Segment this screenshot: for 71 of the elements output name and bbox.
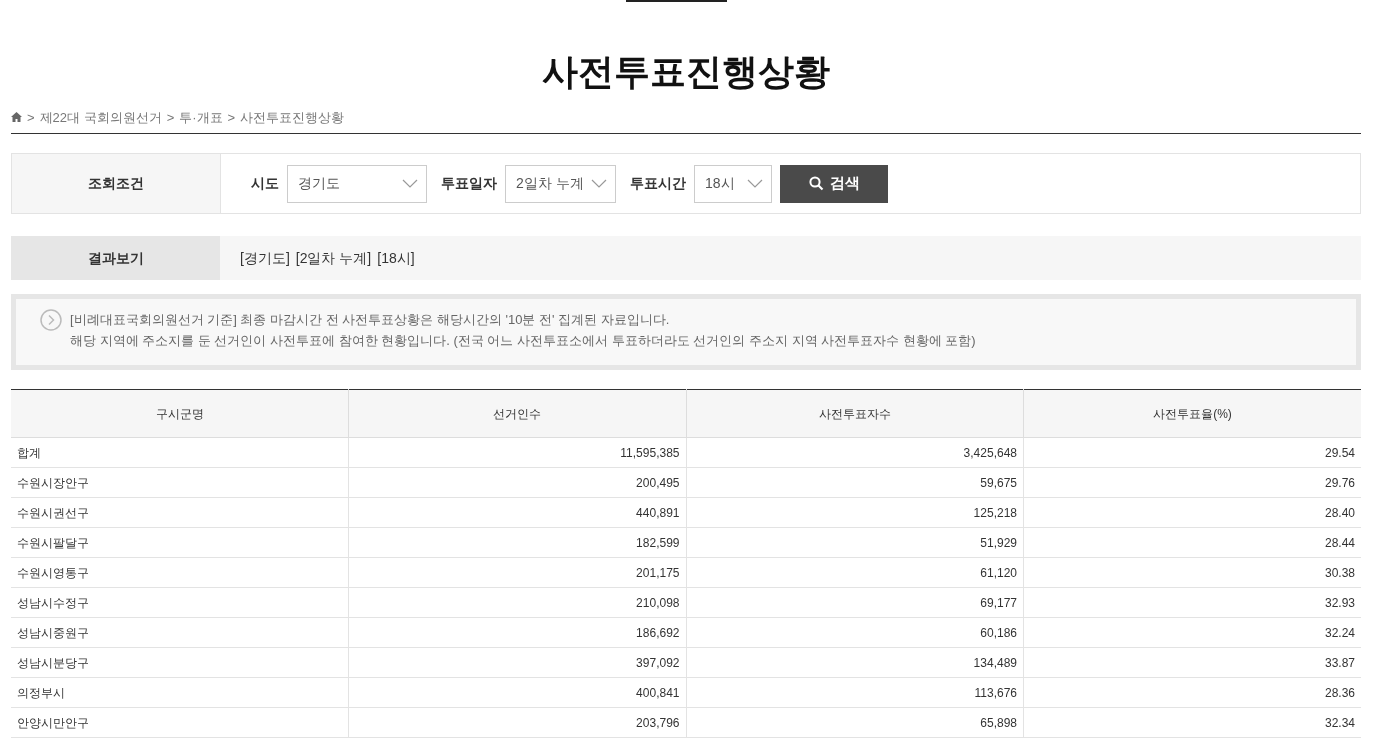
table-cell: 의정부시 [11,677,349,708]
table-cell: 29.54 [1023,437,1361,468]
breadcrumb-separator: > [27,108,35,127]
result-condition: [18시] [377,248,415,268]
breadcrumb-link[interactable]: 투·개표 [179,107,223,128]
table-cell: 28.40 [1023,497,1361,528]
table-cell: 125,218 [686,497,1024,528]
filter-label: 시도 [251,174,279,194]
table-cell: 60,186 [686,617,1024,648]
result-condition: [경기도] [240,248,290,268]
table-cell: 200,495 [348,467,686,498]
table-cell: 113,676 [686,677,1024,708]
column-header: 사전투표율(%) [1023,389,1361,438]
home-icon[interactable] [11,112,22,123]
table-cell: 134,489 [686,647,1024,678]
table-cell: 59,675 [686,467,1024,498]
table-cell: 수원시장안구 [11,467,349,498]
search-button[interactable]: 검색 [780,164,888,203]
chevron-down-icon [591,178,607,189]
select-field[interactable]: 2일차 누계 [505,164,616,203]
table-cell: 11,595,385 [348,437,686,468]
table-cell: 합계 [11,437,349,468]
table-cell: 28.36 [1023,677,1361,708]
table-cell: 32.93 [1023,587,1361,618]
result-label: 결과보기 [11,236,220,281]
table-cell: 65,898 [686,707,1024,738]
chevron-down-icon [402,178,418,189]
table-cell: 69,177 [686,587,1024,618]
table-cell: 수원시영통구 [11,557,349,588]
table-cell: 33.87 [1023,647,1361,678]
breadcrumb-link[interactable]: 제22대 국회의원선거 [39,107,162,128]
select-field[interactable]: 경기도 [287,164,427,203]
filter-label: 투표일자 [441,174,497,194]
table-cell: 186,692 [348,617,686,648]
notice-text: 해당 지역에 주소지를 둔 선거인이 사전투표에 참여한 현황입니다. (전국 어느 사전투표소에서 투표하더라도 선거인의 주소지 지역 사전투표자수 현황에 포함) [70,332,976,351]
table-cell: 30.38 [1023,557,1361,588]
search-label: 조회조건 [12,154,221,214]
page-title: 사전투표진행상황 [541,52,831,92]
table-cell: 61,120 [686,557,1024,588]
column-header: 선거인수 [348,389,686,438]
column-header: 사전투표자수 [686,389,1024,438]
table-cell: 28.44 [1023,527,1361,558]
chevron-circle-icon [40,309,62,332]
select-field[interactable]: 18시 [694,164,772,203]
table-cell: 203,796 [348,707,686,738]
table-cell: 수원시팔달구 [11,527,349,558]
column-header: 구시군명 [11,389,349,438]
table-cell: 32.34 [1023,707,1361,738]
table-cell: 397,092 [348,647,686,678]
filter-label: 투표시간 [630,174,686,194]
table-cell: 182,599 [348,527,686,558]
table-cell: 29.76 [1023,467,1361,498]
notice-text: [비례대표국회의원선거 기준] 최종 마감시간 전 사전투표상황은 해당시간의 '10분 전' 집계된 자료입니다. [70,311,671,330]
table-cell: 440,891 [348,497,686,528]
table-cell: 32.24 [1023,617,1361,648]
breadcrumb-separator: > [166,108,175,127]
table-cell: 3,425,648 [686,437,1024,468]
breadcrumb-link[interactable]: 사전투표진행상황 [240,107,345,128]
table-cell: 성남시중원구 [11,617,349,648]
table-cell: 수원시권선구 [11,497,349,528]
result-condition: [2일차 누계] [295,248,372,268]
table-cell: 성남시수정구 [11,587,349,618]
table-cell: 안양시만안구 [11,707,349,738]
table-cell: 400,841 [348,677,686,708]
table-cell: 51,929 [686,527,1024,558]
table-cell: 210,098 [348,587,686,618]
breadcrumb-separator: > [227,108,236,127]
search-icon [808,176,824,192]
table-cell: 성남시분당구 [11,647,349,678]
chevron-down-icon [747,178,763,189]
table-cell: 201,175 [348,557,686,588]
